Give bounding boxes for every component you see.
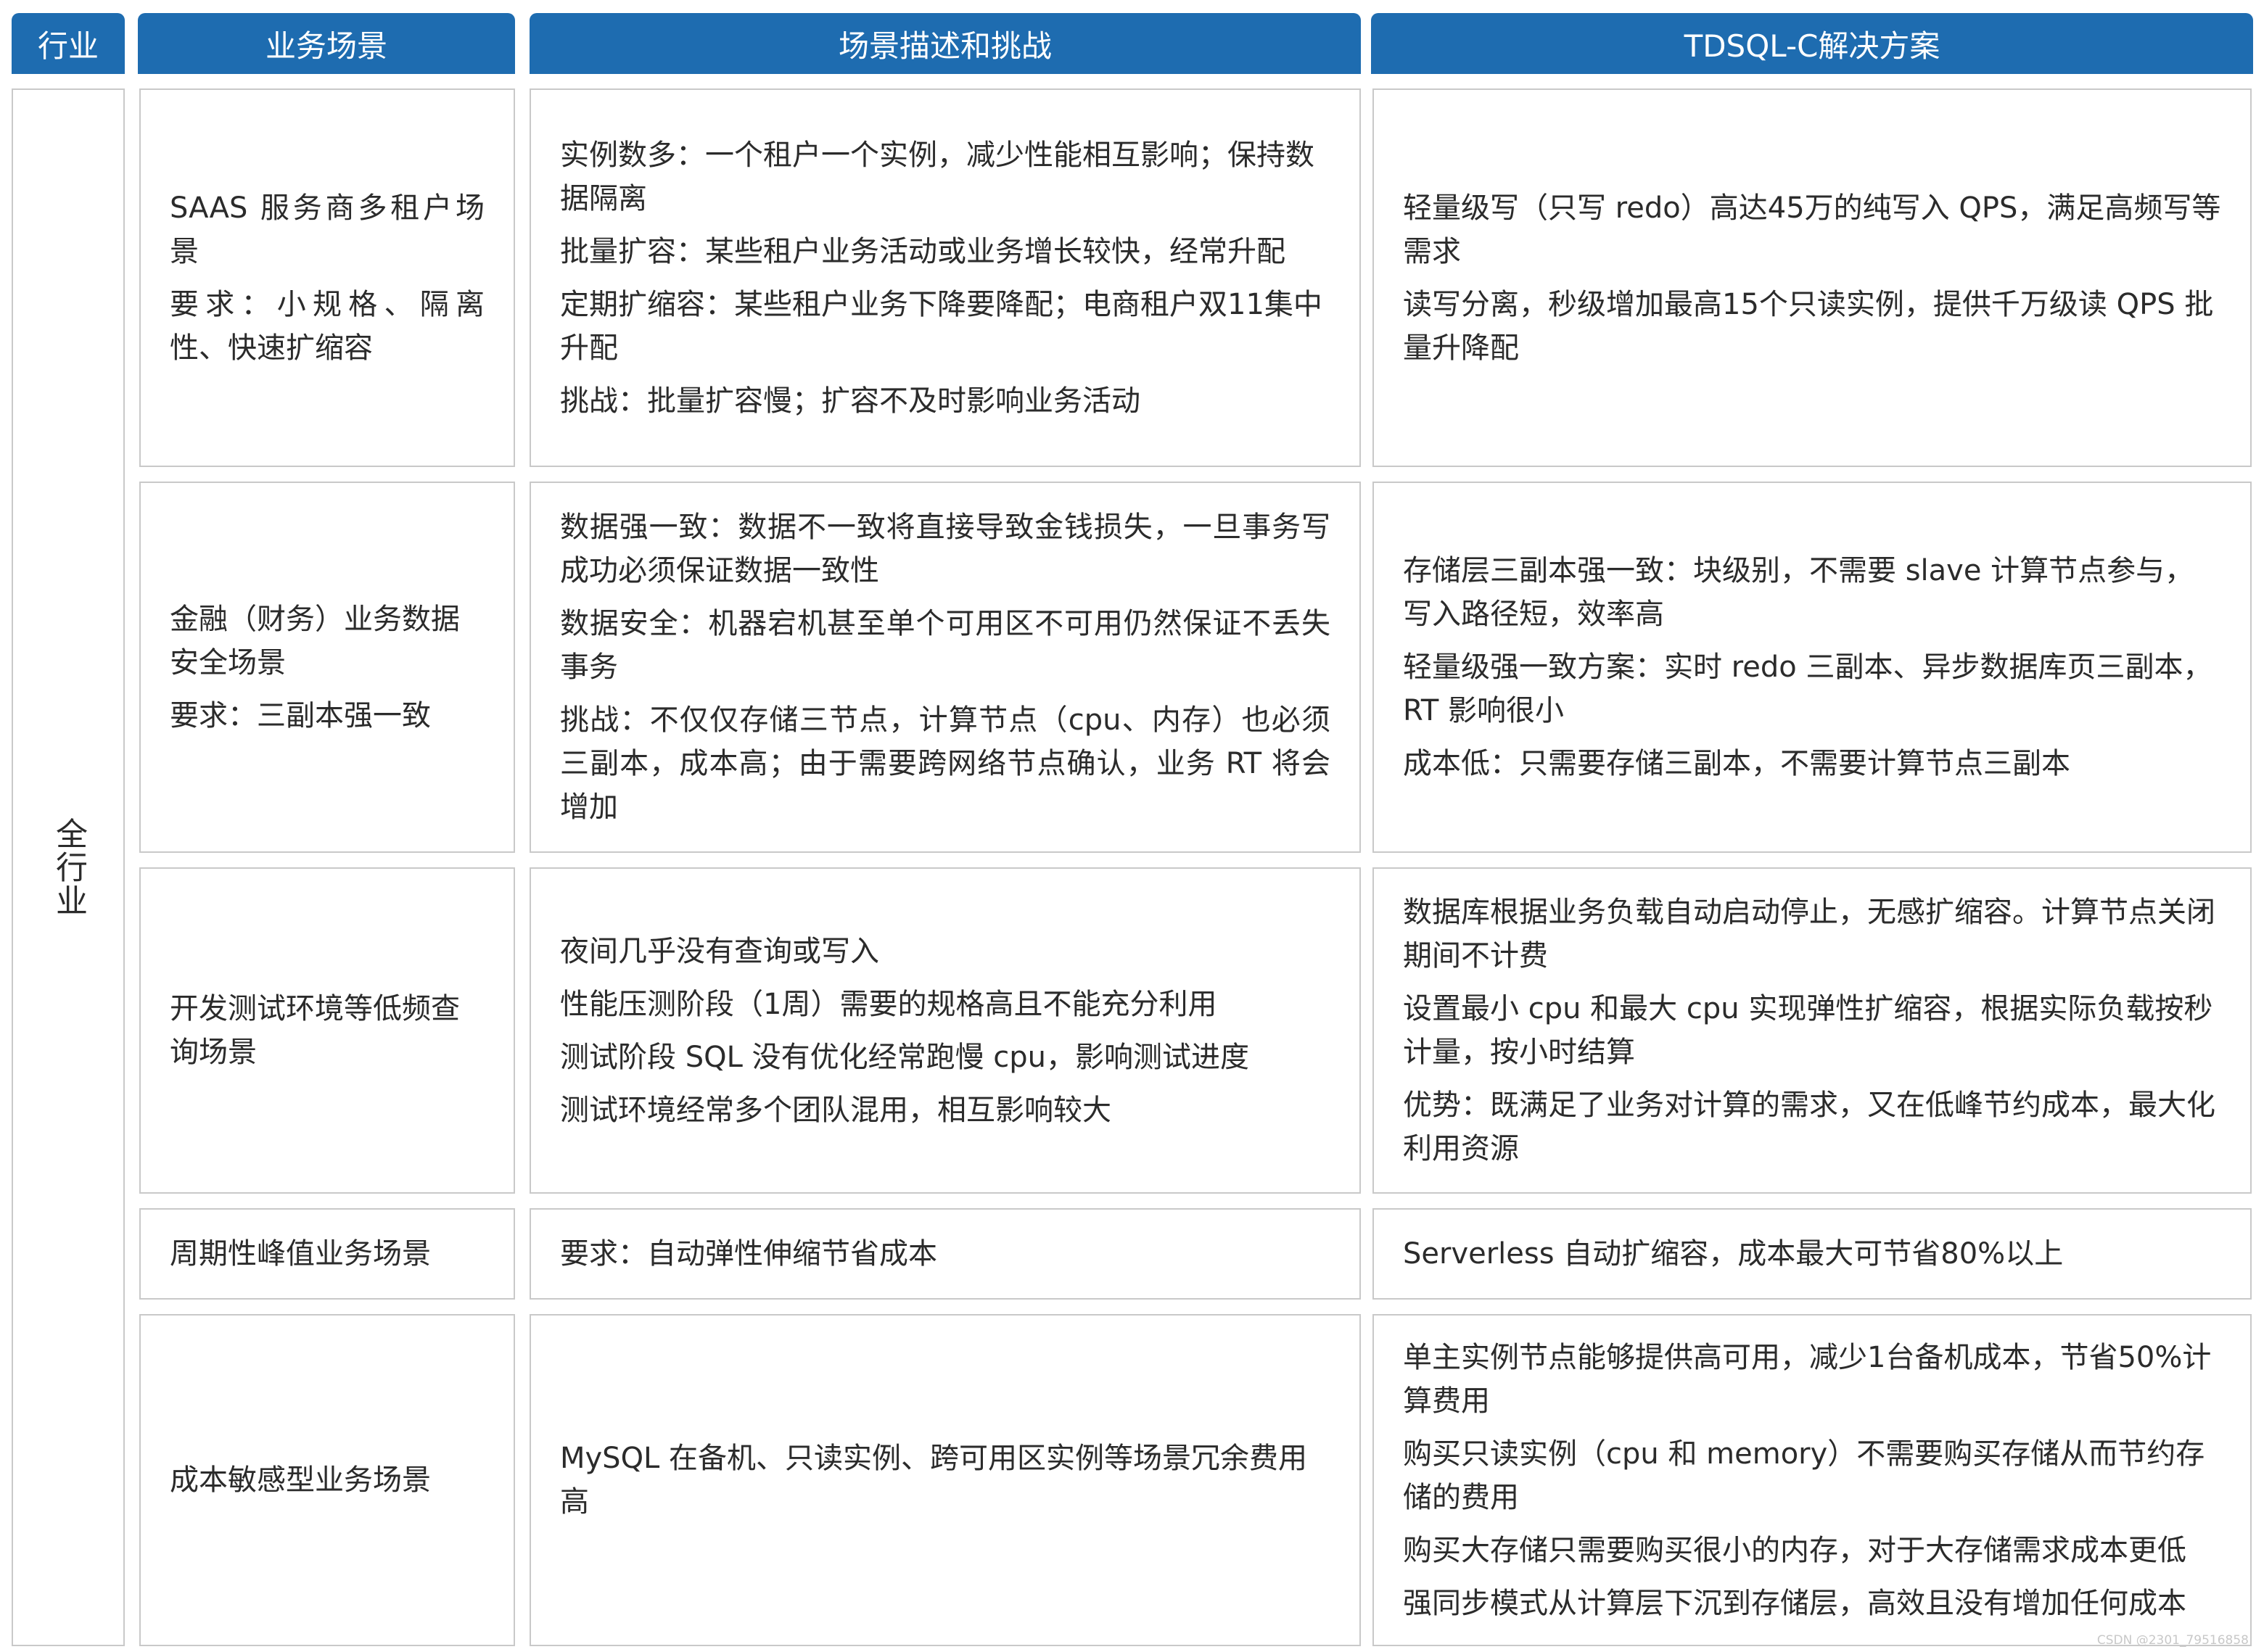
row-5-challenge: MySQL 在备机、只读实例、跨可用区实例等场景冗余费用高 — [530, 1314, 1361, 1646]
row-1-challenge-line-2: 批量扩容：某些租户业务活动或业务增长较快，经常升配 — [560, 234, 1285, 268]
row-2-solution: 存储层三副本强一致：块级别，不需要 slave 计算节点参与，写入路径短，效率高… — [1372, 482, 2252, 853]
row-5-solution-line-2: 购买只读实例（cpu 和 memory）不需要购买存储从而节约存储的费用 — [1403, 1437, 2205, 1514]
row-2-scenario: 金融（财务）业务数据安全场景 要求：三副本强一致 — [139, 482, 515, 853]
row-3-scenario: 开发测试环境等低频查询场景 — [139, 867, 515, 1194]
row-3-challenge-line-2: 性能压测阶段（1周）需要的规格高且不能充分利用 — [560, 987, 1217, 1021]
row-1-solution: 轻量级写（只写 redo）高达45万的纯写入 QPS，满足高频写等需求 读写分离… — [1372, 88, 2252, 467]
row-5-solution: 单主实例节点能够提供高可用，减少1台备机成本，节省50%计算费用 购买只读实例（… — [1372, 1314, 2252, 1646]
row-3-challenge: 夜间几乎没有查询或写入 性能压测阶段（1周）需要的规格高且不能充分利用 测试阶段… — [530, 867, 1361, 1194]
row-4-scenario-line-1: 周期性峰值业务场景 — [170, 1237, 431, 1271]
row-4-solution-line-1: Serverless 自动扩缩容，成本最大可节省80%以上 — [1403, 1237, 2064, 1271]
row-5-solution-line-4: 强同步模式从计算层下沉到存储层，高效且没有增加任何成本 — [1403, 1586, 2186, 1620]
row-3-solution-line-1: 数据库根据业务负载自动启动停止，无感扩缩容。计算节点关闭期间不计费 — [1403, 896, 2215, 972]
row-3-solution-line-2: 设置最小 cpu 和最大 cpu 实现弹性扩缩容，根据实际负载按秒计量，按小时结… — [1403, 992, 2213, 1069]
row-1-solution-line-1: 轻量级写（只写 redo）高达45万的纯写入 QPS，满足高频写等需求 — [1403, 191, 2221, 268]
row-2-solution-line-2: 轻量级强一致方案：实时 redo 三副本、异步数据库页三副本，RT 影响很小 — [1403, 651, 2212, 727]
row-2-solution-line-1: 存储层三副本强一致：块级别，不需要 slave 计算节点参与，写入路径短，效率高 — [1403, 554, 2194, 631]
row-1-scenario-line-1: SAAS 服务商多租户场景 — [170, 191, 485, 268]
row-2-challenge-line-1: 数据强一致：数据不一致将直接导致金钱损失，一旦事务写成功必须保证数据一致性 — [560, 511, 1330, 587]
row-5-scenario-line-1: 成本敏感型业务场景 — [170, 1463, 431, 1497]
row-2-challenge: 数据强一致：数据不一致将直接导致金钱损失，一旦事务写成功必须保证数据一致性 数据… — [530, 482, 1361, 853]
header-challenge: 场景描述和挑战 — [530, 13, 1361, 74]
row-1-scenario-line-2: 要求：小规格、隔离性、快速扩缩容 — [170, 287, 485, 365]
row-5-solution-line-3: 购买大存储只需要购买很小的内存，对于大存储需求成本更低 — [1403, 1533, 2186, 1567]
row-2-scenario-line-1: 金融（财务）业务数据安全场景 — [170, 602, 460, 680]
row-2-challenge-line-2: 数据安全：机器宕机甚至单个可用区不可用仍然保证不丢失事务 — [560, 607, 1330, 684]
row-3-solution-line-3: 优势：既满足了业务对计算的需求，又在低峰节约成本，最大化利用资源 — [1403, 1089, 2215, 1165]
row-1-solution-line-2: 读写分离，秒级增加最高15个只读实例，提供千万级读 QPS 批量升降配 — [1403, 287, 2214, 365]
industry-label: 全行业 — [50, 817, 87, 917]
header-industry: 行业 — [12, 13, 125, 74]
watermark: CSDN @2301_79516858 — [2096, 1633, 2249, 1648]
header-scenario: 业务场景 — [138, 13, 515, 74]
row-1-challenge-line-3: 定期扩缩容：某些租户业务下降要降配；电商租户双11集中升配 — [560, 287, 1322, 365]
row-3-challenge-line-3: 测试阶段 SQL 没有优化经常跑慢 cpu，影响测试进度 — [560, 1040, 1250, 1074]
row-3-challenge-line-4: 测试环境经常多个团队混用，相互影响较大 — [560, 1093, 1111, 1127]
row-4-challenge: 要求：自动弹性伸缩节省成本 — [530, 1208, 1361, 1300]
row-3-solution: 数据库根据业务负载自动启动停止，无感扩缩容。计算节点关闭期间不计费 设置最小 c… — [1372, 867, 2252, 1194]
row-1-challenge-line-4: 挑战：批量扩容慢；扩容不及时影响业务活动 — [560, 384, 1140, 418]
industry-cell: 全行业 — [12, 88, 125, 1646]
header-solution: TDSQL-C解决方案 — [1371, 13, 2253, 74]
row-3-challenge-line-1: 夜间几乎没有查询或写入 — [560, 934, 879, 968]
row-1-challenge: 实例数多：一个租户一个实例，减少性能相互影响；保持数据隔离 批量扩容：某些租户业… — [530, 88, 1361, 467]
row-5-challenge-line-1: MySQL 在备机、只读实例、跨可用区实例等场景冗余费用高 — [560, 1442, 1308, 1519]
row-4-challenge-line-1: 要求：自动弹性伸缩节省成本 — [560, 1237, 937, 1271]
row-5-scenario: 成本敏感型业务场景 — [139, 1314, 515, 1646]
row-1-challenge-line-1: 实例数多：一个租户一个实例，减少性能相互影响；保持数据隔离 — [560, 138, 1314, 215]
row-2-scenario-line-2: 要求：三副本强一致 — [170, 698, 431, 732]
row-3-scenario-line-1: 开发测试环境等低频查询场景 — [170, 992, 460, 1069]
row-2-challenge-line-3: 挑战：不仅仅存储三节点，计算节点（cpu、内存）也必须三副本，成本高；由于需要跨… — [560, 703, 1330, 824]
row-4-solution: Serverless 自动扩缩容，成本最大可节省80%以上 — [1372, 1208, 2252, 1300]
row-1-scenario: SAAS 服务商多租户场景 要求：小规格、隔离性、快速扩缩容 — [139, 88, 515, 467]
row-2-solution-line-3: 成本低：只需要存储三副本，不需要计算节点三副本 — [1403, 747, 2070, 780]
row-4-scenario: 周期性峰值业务场景 — [139, 1208, 515, 1300]
row-5-solution-line-1: 单主实例节点能够提供高可用，减少1台备机成本，节省50%计算费用 — [1403, 1340, 2212, 1418]
